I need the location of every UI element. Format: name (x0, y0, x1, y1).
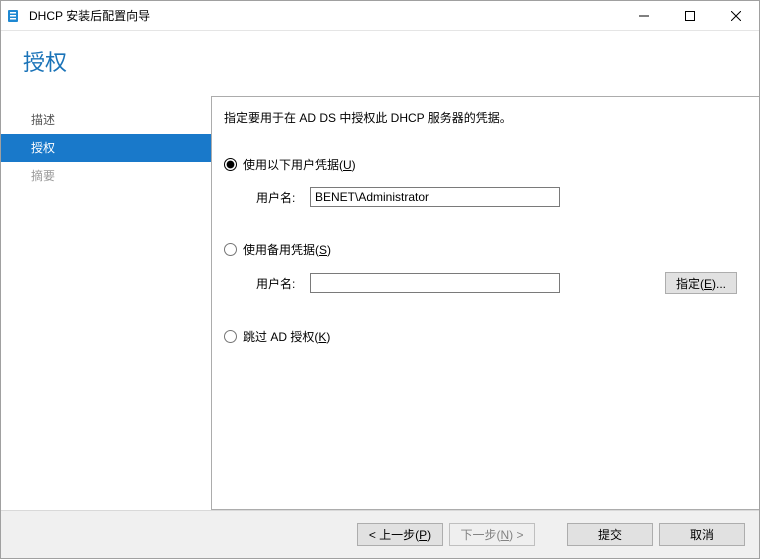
cancel-button[interactable]: 取消 (659, 523, 745, 546)
option-skip-authorization: 跳过 AD 授权(K) (222, 328, 737, 345)
radio-skip-authorization[interactable] (224, 330, 237, 343)
window-title: DHCP 安装后配置向导 (29, 7, 150, 24)
close-button[interactable] (713, 1, 759, 31)
radio-use-alternate-credentials[interactable] (224, 243, 237, 256)
previous-button[interactable]: < 上一步(P) (357, 523, 443, 546)
sidebar-item-authorize[interactable]: 授权 (1, 134, 211, 162)
commit-button[interactable]: 提交 (567, 523, 653, 546)
username-label-1: 用户名: (256, 189, 304, 206)
username-field-current[interactable] (310, 187, 560, 207)
wizard-footer: < 上一步(P) 下一步(N) > 提交 取消 (1, 510, 759, 558)
username-field-alternate[interactable] (310, 273, 560, 293)
option-use-current-credentials: 使用以下用户凭据(U) 用户名: (222, 156, 737, 207)
sidebar-item-summary[interactable]: 摘要 (1, 162, 211, 190)
radio-label-skip[interactable]: 跳过 AD 授权(K) (243, 328, 330, 345)
radio-label-alternate[interactable]: 使用备用凭据(S) (243, 241, 331, 258)
maximize-button[interactable] (667, 1, 713, 31)
instruction-text: 指定要用于在 AD DS 中授权此 DHCP 服务器的凭据。 (222, 109, 737, 126)
wizard-content: 指定要用于在 AD DS 中授权此 DHCP 服务器的凭据。 使用以下用户凭据(… (211, 96, 759, 510)
title-bar: DHCP 安装后配置向导 (1, 1, 759, 31)
option-use-alternate-credentials: 使用备用凭据(S) 用户名: 指定(E)... (222, 241, 737, 294)
page-heading: 授权 (1, 31, 759, 91)
sidebar-item-description[interactable]: 描述 (1, 106, 211, 134)
window-controls (621, 1, 759, 31)
specify-button[interactable]: 指定(E)... (665, 272, 737, 294)
minimize-button[interactable] (621, 1, 667, 31)
username-label-2: 用户名: (256, 275, 304, 292)
radio-label-current[interactable]: 使用以下用户凭据(U) (243, 156, 356, 173)
wizard-sidebar: 描述 授权 摘要 (1, 96, 211, 510)
next-button: 下一步(N) > (449, 523, 535, 546)
app-icon (7, 8, 23, 24)
radio-use-current-credentials[interactable] (224, 158, 237, 171)
